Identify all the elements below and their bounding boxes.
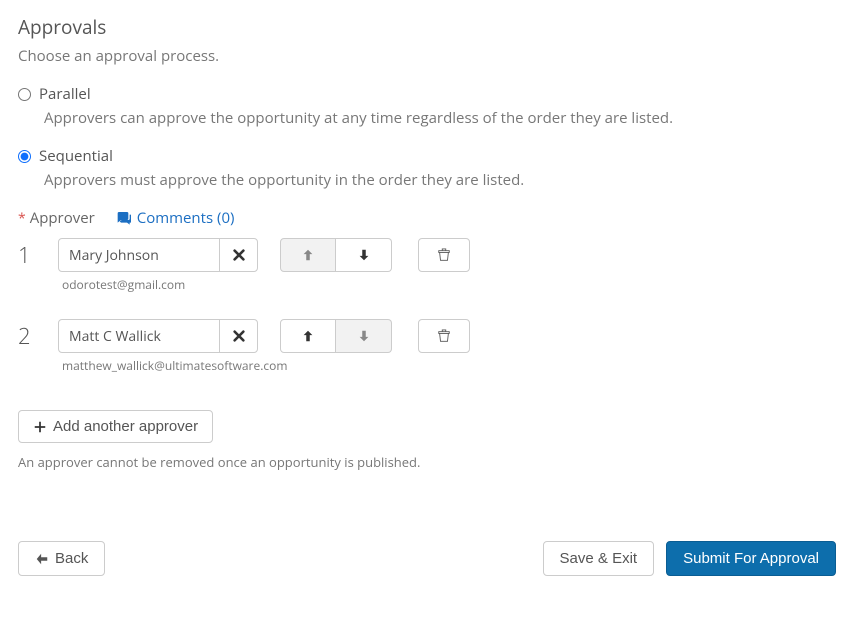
page-title: Approvals	[18, 14, 836, 40]
arrow-down-icon	[357, 248, 371, 262]
page-subtitle: Choose an approval process.	[18, 46, 836, 66]
approver-name-box[interactable]: Mary Johnson	[58, 238, 258, 272]
delete-approver-button[interactable]	[418, 238, 470, 272]
plus-icon	[33, 420, 47, 434]
trash-icon	[437, 329, 451, 343]
submit-approval-button[interactable]: Submit For Approval	[666, 541, 836, 576]
save-exit-button[interactable]: Save & Exit	[543, 541, 655, 576]
clear-approver-button[interactable]	[219, 320, 257, 352]
approver-email: odorotest@gmail.com	[62, 276, 836, 293]
approver-order: 2	[18, 321, 36, 351]
arrow-up-icon	[301, 248, 315, 262]
approver-order: 1	[18, 240, 36, 270]
arrow-up-icon	[301, 329, 315, 343]
back-button[interactable]: Back	[18, 541, 105, 576]
close-icon	[232, 329, 246, 343]
approver-row: 2 Matt C Wallick	[18, 319, 836, 353]
add-approver-button[interactable]: Add another approver	[18, 410, 213, 443]
approver-field-label: *Approver	[18, 208, 95, 228]
comments-icon	[115, 210, 131, 226]
approver-name: Matt C Wallick	[59, 320, 219, 352]
comments-label: Comments (0)	[137, 208, 235, 228]
delete-approver-button[interactable]	[418, 319, 470, 353]
move-up-button	[280, 238, 336, 272]
clear-approver-button[interactable]	[219, 239, 257, 271]
option-sequential[interactable]: Sequential	[18, 146, 836, 166]
option-sequential-desc: Approvers must approve the opportunity i…	[44, 170, 836, 190]
approver-email: matthew_wallick@ultimatesoftware.com	[62, 357, 836, 374]
option-parallel-desc: Approvers can approve the opportunity at…	[44, 108, 836, 128]
option-sequential-label: Sequential	[39, 146, 113, 166]
approver-note: An approver cannot be removed once an op…	[18, 453, 836, 471]
radio-sequential[interactable]	[18, 150, 31, 163]
add-approver-label: Add another approver	[53, 418, 198, 435]
comments-link[interactable]: Comments (0)	[115, 208, 235, 228]
trash-icon	[437, 248, 451, 262]
back-label: Back	[55, 550, 88, 567]
move-up-button[interactable]	[280, 319, 336, 353]
arrow-left-icon	[35, 552, 49, 566]
arrow-down-icon	[357, 329, 371, 343]
close-icon	[232, 248, 246, 262]
move-down-button	[336, 319, 392, 353]
approver-row: 1 Mary Johnson	[18, 238, 836, 272]
radio-parallel[interactable]	[18, 88, 31, 101]
option-parallel-label: Parallel	[39, 84, 91, 104]
option-parallel[interactable]: Parallel	[18, 84, 836, 104]
reorder-group	[280, 319, 392, 353]
reorder-group	[280, 238, 392, 272]
move-down-button[interactable]	[336, 238, 392, 272]
approver-name: Mary Johnson	[59, 239, 219, 271]
approver-name-box[interactable]: Matt C Wallick	[58, 319, 258, 353]
